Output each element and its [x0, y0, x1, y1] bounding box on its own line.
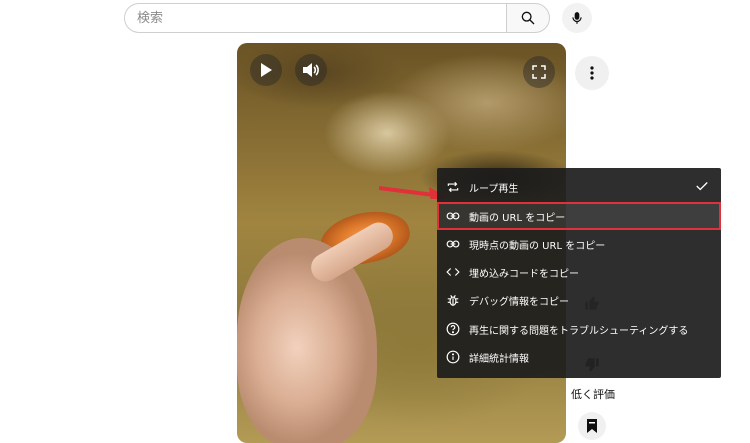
- hand-image: [237, 238, 377, 443]
- menu-item-copy-url-at-time[interactable]: 現時点の動画の URL をコピー: [437, 230, 721, 258]
- menu-item-copy-video-url[interactable]: 動画の URL をコピー: [437, 202, 721, 230]
- menu-item-stats-for-nerds[interactable]: 詳細統計情報: [437, 343, 721, 371]
- save-button[interactable]: [578, 412, 606, 440]
- menu-item-troubleshoot[interactable]: 再生に関する問題をトラブルシューティングする: [437, 315, 721, 343]
- microphone-icon: [572, 12, 582, 24]
- link-icon: [445, 236, 461, 252]
- search-bar: [124, 3, 550, 33]
- menu-item-label: デバッグ情報をコピー: [469, 296, 569, 308]
- volume-icon: [303, 63, 319, 77]
- voice-search-button[interactable]: [562, 3, 592, 33]
- search-input[interactable]: [124, 3, 506, 33]
- more-vertical-icon: [590, 66, 594, 80]
- dislike-label: 低く評価: [571, 388, 615, 401]
- menu-item-loop[interactable]: ループ再生: [437, 173, 721, 201]
- menu-item-copy-debug-info[interactable]: デバッグ情報をコピー: [437, 286, 721, 314]
- info-icon: [445, 349, 461, 365]
- menu-item-label: 詳細統計情報: [469, 353, 529, 365]
- context-menu: ループ再生 動画の URL をコピー 現時点の動画の URL をコピー 埋め込み…: [437, 168, 721, 378]
- menu-item-label: 現時点の動画の URL をコピー: [469, 240, 606, 252]
- bug-icon: [445, 292, 461, 308]
- menu-item-label: 埋め込みコードをコピー: [469, 268, 579, 280]
- menu-item-label: ループ再生: [469, 183, 519, 195]
- play-button[interactable]: [250, 54, 282, 86]
- more-options-button[interactable]: [575, 56, 609, 90]
- loop-icon: [445, 179, 461, 195]
- link-icon: [445, 208, 461, 224]
- menu-item-copy-embed-code[interactable]: 埋め込みコードをコピー: [437, 258, 721, 286]
- menu-item-label: 再生に関する問題をトラブルシューティングする: [469, 325, 689, 337]
- fullscreen-button[interactable]: [523, 56, 555, 88]
- menu-item-label: 動画の URL をコピー: [469, 212, 566, 224]
- fullscreen-icon: [532, 65, 546, 79]
- search-button[interactable]: [506, 3, 550, 33]
- play-icon: [261, 63, 272, 77]
- volume-button[interactable]: [295, 54, 327, 86]
- help-icon: [445, 321, 461, 337]
- search-icon: [521, 11, 535, 25]
- code-icon: [445, 264, 461, 280]
- check-icon: [695, 179, 709, 196]
